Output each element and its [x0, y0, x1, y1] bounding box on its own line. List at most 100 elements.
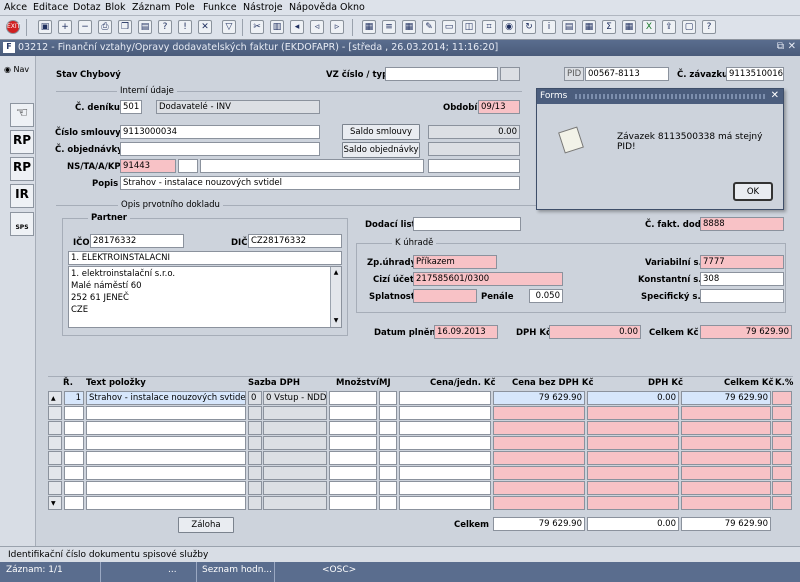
table-cell[interactable]: [587, 451, 679, 465]
first-record-icon[interactable]: ◂: [290, 20, 304, 34]
zpuhrady-field[interactable]: Příkazem: [413, 255, 497, 269]
table-cell[interactable]: [64, 451, 84, 465]
report-icon[interactable]: ▤: [562, 20, 576, 34]
table-cell[interactable]: [399, 481, 491, 495]
table-cell[interactable]: [329, 436, 377, 450]
globe-icon[interactable]: ◉: [502, 20, 516, 34]
table-cell[interactable]: [329, 406, 377, 420]
export-icon[interactable]: ⇪: [662, 20, 676, 34]
table-cell[interactable]: [772, 451, 792, 465]
table-cell[interactable]: [493, 406, 585, 420]
info-icon[interactable]: i: [542, 20, 556, 34]
table-cell[interactable]: [64, 496, 84, 510]
close-icon[interactable]: ✕: [788, 41, 796, 52]
table-cell[interactable]: [681, 481, 771, 495]
splatnost-field[interactable]: [413, 289, 477, 303]
table-cell[interactable]: [329, 481, 377, 495]
table-cell[interactable]: [64, 436, 84, 450]
dodaci-list-field[interactable]: [413, 217, 521, 231]
table-cell[interactable]: [379, 451, 397, 465]
query-run-icon[interactable]: !: [178, 20, 192, 34]
table-cell[interactable]: [329, 391, 377, 405]
table-scrollbar-segment[interactable]: [48, 406, 62, 420]
doc-icon[interactable]: ▭: [442, 20, 456, 34]
table-cell[interactable]: [86, 451, 246, 465]
table-cell[interactable]: [379, 391, 397, 405]
table-scrollbar-segment[interactable]: [48, 451, 62, 465]
table-cell[interactable]: [493, 466, 585, 480]
konstantni-field[interactable]: 308: [700, 272, 784, 286]
table-cell[interactable]: [772, 481, 792, 495]
table-cell[interactable]: [263, 496, 327, 510]
table-cell[interactable]: [772, 406, 792, 420]
table-cell[interactable]: [587, 421, 679, 435]
a-field[interactable]: [200, 159, 424, 173]
table-cell[interactable]: [772, 496, 792, 510]
table-cell[interactable]: [399, 391, 491, 405]
menu-pole[interactable]: Pole: [175, 2, 195, 13]
table-scrollbar-segment[interactable]: [48, 421, 62, 435]
rp-button[interactable]: RP: [10, 130, 34, 154]
menu-nastroje[interactable]: Nástroje: [243, 2, 283, 13]
dic-field[interactable]: CZ28176332: [248, 234, 342, 248]
cut-icon[interactable]: ✂: [250, 20, 264, 34]
table-cell[interactable]: [263, 466, 327, 480]
table-cell[interactable]: [772, 436, 792, 450]
table-cell[interactable]: [772, 391, 792, 405]
ta-field[interactable]: [178, 159, 198, 173]
table-cell[interactable]: [681, 466, 771, 480]
table-cell[interactable]: [681, 406, 771, 420]
table-cell[interactable]: [329, 421, 377, 435]
scroll-up-icon[interactable]: ▲: [331, 267, 341, 279]
table-scrollbar-segment[interactable]: [48, 466, 62, 480]
table-cell[interactable]: [248, 451, 262, 465]
partner-name-field[interactable]: 1. ELEKTROINSTALACNI: [68, 251, 342, 265]
specificky-field[interactable]: [700, 289, 784, 303]
table-cell[interactable]: [379, 436, 397, 450]
table-cell[interactable]: [329, 466, 377, 480]
restore-icon[interactable]: ⧉: [777, 41, 784, 52]
table-cell[interactable]: [64, 466, 84, 480]
table-cell[interactable]: [248, 421, 262, 435]
table-cell[interactable]: [399, 466, 491, 480]
table-cell[interactable]: [64, 481, 84, 495]
table-cell[interactable]: [772, 421, 792, 435]
edit-icon[interactable]: ✎: [422, 20, 436, 34]
menu-funkce[interactable]: Funkce: [203, 2, 237, 13]
table-cell[interactable]: [493, 421, 585, 435]
ico-field[interactable]: 28176332: [90, 234, 184, 248]
window-icon[interactable]: ▢: [682, 20, 696, 34]
scroll-down-icon[interactable]: ▼: [331, 315, 341, 327]
nav-radio[interactable]: ◉ Nav: [4, 65, 29, 74]
table-cell[interactable]: [587, 406, 679, 420]
table-cell[interactable]: [681, 421, 771, 435]
saldo-objednavky-button[interactable]: Saldo objednávky: [342, 142, 420, 158]
grid-icon[interactable]: ▦: [362, 20, 376, 34]
czavazku-field[interactable]: 9113510016: [726, 67, 784, 81]
menu-editace[interactable]: Editace: [33, 2, 68, 13]
celkem-field[interactable]: 79 629.90: [700, 325, 792, 339]
table-cell[interactable]: [263, 481, 327, 495]
popis-field[interactable]: Strahov - instalace nouzových svtidel: [120, 176, 520, 190]
table-cell[interactable]: [379, 466, 397, 480]
table-cell[interactable]: [493, 451, 585, 465]
table-cell[interactable]: [493, 496, 585, 510]
table-cell[interactable]: [86, 436, 246, 450]
table-cell[interactable]: [493, 436, 585, 450]
cislo-smlouvy-field[interactable]: 9113000034: [120, 125, 320, 139]
table-cell[interactable]: [379, 496, 397, 510]
table-cell[interactable]: [248, 496, 262, 510]
excel-icon[interactable]: X: [642, 20, 656, 34]
obdobi-field[interactable]: 09/13: [478, 100, 520, 114]
calendar-icon[interactable]: ▦: [582, 20, 596, 34]
hand-pointer-icon[interactable]: ☜: [10, 103, 34, 127]
ns-field[interactable]: 91443: [120, 159, 176, 173]
table-cell[interactable]: [399, 406, 491, 420]
table-cell[interactable]: [772, 466, 792, 480]
next-record-icon[interactable]: ▹: [330, 20, 344, 34]
table-scrollbar-segment[interactable]: ▲: [48, 391, 62, 405]
grid2-icon[interactable]: ▦: [622, 20, 636, 34]
zaloha-button[interactable]: Záloha: [178, 517, 234, 533]
table-scrollbar-segment[interactable]: [48, 436, 62, 450]
attach-icon[interactable]: ⌗: [482, 20, 496, 34]
